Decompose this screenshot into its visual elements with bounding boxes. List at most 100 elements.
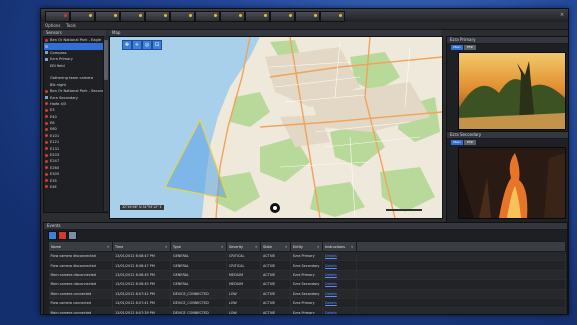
col-type[interactable]: Type ▾ [170,241,227,252]
table-row[interactable]: Main camera connected 13/01/2012 8:07:39 … [48,307,566,314]
pan-tool-icon[interactable]: ✥ [122,40,132,50]
menu-tools[interactable]: Tools [66,22,76,29]
cell-text: DEVICE_CONNECTED [173,301,209,306]
tree-item-label: Compass [50,50,67,55]
camera-status-icon [239,14,242,17]
instructions-link[interactable]: Details [325,254,337,258]
close-icon[interactable]: × [559,12,565,18]
cell-link[interactable]: Details [322,289,357,299]
camera-tab[interactable] [270,11,295,22]
cell-type: DEVICE_CONNECTED [170,307,227,314]
camera-tab[interactable] [220,11,245,22]
tree-item-label: Gathering team camera [50,76,94,81]
camera-tab[interactable] [195,11,220,22]
sensor-alert-icon [45,140,48,144]
measure-tool-icon[interactable]: ⊡ [152,40,162,50]
cell-text: 13/01/2012 8:08:47 PM [115,254,155,259]
camera-status-icon [214,14,217,17]
camera-tab[interactable] [120,11,145,22]
map-view[interactable]: ✥ + ◎ ⊡ 32°49'46" N 34°59'12" E [109,36,443,219]
instructions-link[interactable]: Details [325,301,337,305]
cell-text: Main camera disconnected [50,282,97,287]
col-name[interactable]: Name ▾ [48,241,113,252]
tree-item-label: E101 [50,133,60,138]
camera-tab[interactable] [245,11,270,22]
col-state[interactable]: State ▾ [260,241,291,252]
cell-link[interactable]: Details [322,279,357,290]
cell-text: GENERAL [173,263,189,268]
tree-item-label: Ben Or National Park - Eagle [50,38,101,42]
tree-scroll-thumb[interactable] [104,40,108,80]
table-row[interactable]: Main camera disconnected 13/01/2012 8:08:… [48,270,566,281]
menu-options[interactable]: Options [45,22,60,29]
col-instructions[interactable]: Instructions ▾ [322,241,357,252]
cell-link[interactable]: Details [322,260,357,271]
cell-severity: MEDIUM [226,270,261,281]
instructions-link[interactable]: Details [325,273,337,277]
camera-tab[interactable] [70,11,95,22]
instructions-link[interactable]: Details [325,282,337,286]
video1-title: Ezra Primary [447,37,568,44]
camera-tab[interactable] [170,11,195,22]
col-time[interactable]: Time ▾ [112,241,171,252]
camera-icon [45,57,48,61]
sensor-alert-icon [45,64,48,67]
tree-item-label: E260 [50,165,60,170]
sensor-marker-center [273,206,277,210]
instructions-link[interactable]: Details [325,292,337,296]
video2-tab-ptz[interactable]: PTZ [464,140,476,145]
video2-tab-main[interactable]: Main [451,140,463,145]
acknowledge-icon[interactable] [48,231,57,240]
camera-tab[interactable] [320,11,345,22]
tree-item[interactable]: Ben Or National Park - Eagle [44,37,107,43]
cell-text: Main camera disconnected [50,272,97,277]
camera-tab[interactable] [145,11,170,22]
cell-text: ACTIVE [263,254,276,259]
cell-link[interactable]: Details [322,251,357,262]
cell-type: GENERAL [170,270,227,281]
sensor-tree[interactable]: Ben Or National Park - Eagle Compass Ezra … [43,36,108,213]
camera-status-icon [164,14,167,17]
alarm-filter-icon[interactable] [58,231,67,240]
cell-type: DEVICE_CONNECTED [170,298,227,309]
export-icon[interactable] [68,231,77,240]
tree-item[interactable]: E4E [44,184,107,190]
cell-name: Flow camera disconnected [48,260,113,271]
instructions-link[interactable]: Details [325,311,337,314]
video1-tab-main[interactable]: Main [451,45,463,50]
map-canvas[interactable] [110,37,442,218]
camera-tab[interactable] [95,11,120,22]
col-entity[interactable]: Entity ▾ [290,241,323,252]
camera-status-icon [339,14,342,17]
table-row[interactable]: Flow camera disconnected 13/01/2012 8:08:… [48,251,566,262]
video2-title: Ezra Secondary [447,132,568,139]
table-row[interactable]: Main camera connected 13/01/2012 8:07:42 … [48,289,566,299]
camera-tab[interactable] [295,11,320,22]
cell-link[interactable]: Details [322,298,357,309]
cell-time: 13/01/2012 8:08:45 PM [112,270,171,281]
zoom-tool-icon[interactable]: + [132,40,142,50]
video1-feed[interactable] [458,52,566,130]
col-severity[interactable]: Severity ▾ [226,241,261,252]
tree-item-label: E131 [50,146,60,151]
instructions-link[interactable]: Details [325,264,337,268]
cell-filler [356,289,566,299]
cell-link[interactable]: Details [322,270,357,281]
layers-tool-icon[interactable]: ◎ [142,40,152,50]
cell-text: Ezra Secondary [293,263,320,268]
cell-text: Main camera connected [50,291,92,296]
cell-filler [356,260,566,271]
table-row[interactable]: Flow camera disconnected 13/01/2012 8:08:… [48,260,566,271]
tree-scrollbar[interactable] [103,36,108,211]
video1-tab-ptz[interactable]: PTZ [464,45,476,50]
table-row[interactable]: Flow camera connected 13/01/2012 8:07:41 … [48,298,566,309]
table-row[interactable]: Main camera disconnected 13/01/2012 8:08:… [48,279,566,290]
cell-text: Ezra Primary [293,301,315,306]
camera-tab[interactable] [45,11,70,22]
cell-link[interactable]: Details [322,307,357,314]
cell-text: LOW [229,291,237,296]
video2-feed[interactable] [458,147,566,219]
sensor-alert-icon [45,102,48,106]
tree-item-label: E40 [50,114,57,119]
tree-item[interactable]: Ben Or National Park - Secondary [44,88,107,94]
